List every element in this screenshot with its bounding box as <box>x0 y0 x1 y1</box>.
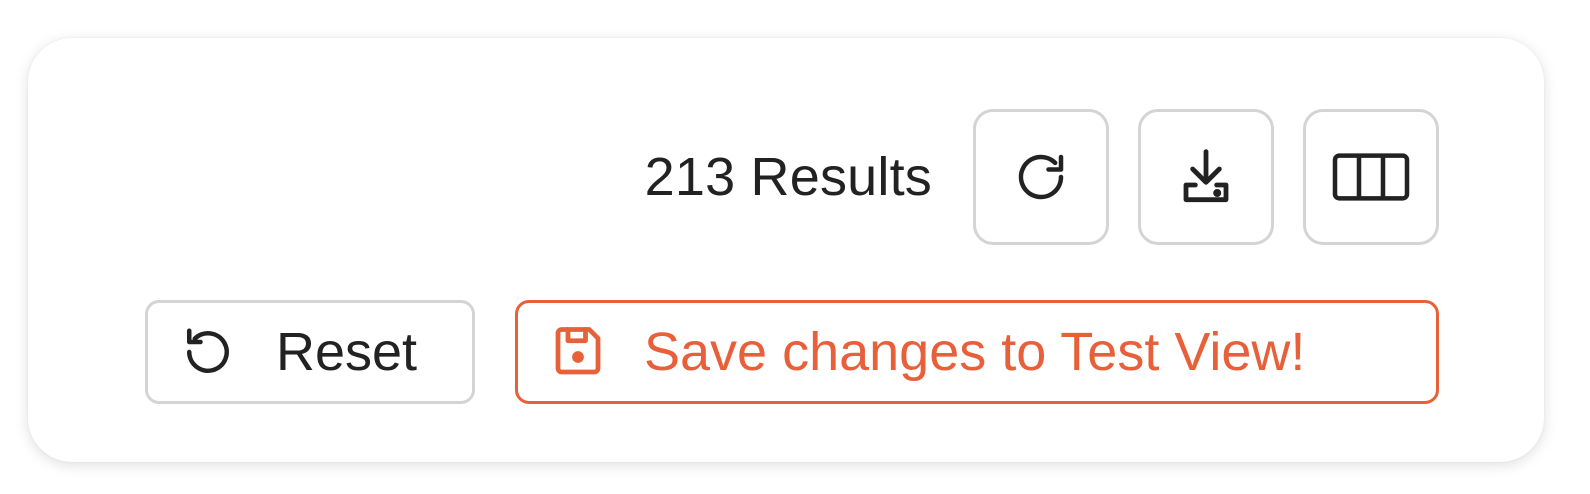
floppy-disk-icon <box>555 327 601 375</box>
reset-button-label: Reset <box>276 322 418 382</box>
undo-icon <box>187 328 229 373</box>
results-count: 213 Results <box>644 147 932 207</box>
refresh-icon <box>1018 154 1064 200</box>
refresh-button[interactable] <box>973 109 1109 245</box>
save-changes-button-label: Save changes to Test View! <box>644 322 1306 382</box>
download-icon <box>1183 149 1229 203</box>
columns-icon <box>1332 153 1410 201</box>
results-toolbar-card: 213 Results Reset Save changes to Test V… <box>28 38 1544 462</box>
save-changes-button[interactable]: Save changes to Test View! <box>515 300 1439 404</box>
columns-button[interactable] <box>1303 109 1439 245</box>
download-button[interactable] <box>1138 109 1274 245</box>
results-toolbar: 213 Results <box>645 109 1439 245</box>
view-actions: Reset Save changes to Test View! <box>145 300 1439 404</box>
reset-button[interactable]: Reset <box>145 300 475 404</box>
